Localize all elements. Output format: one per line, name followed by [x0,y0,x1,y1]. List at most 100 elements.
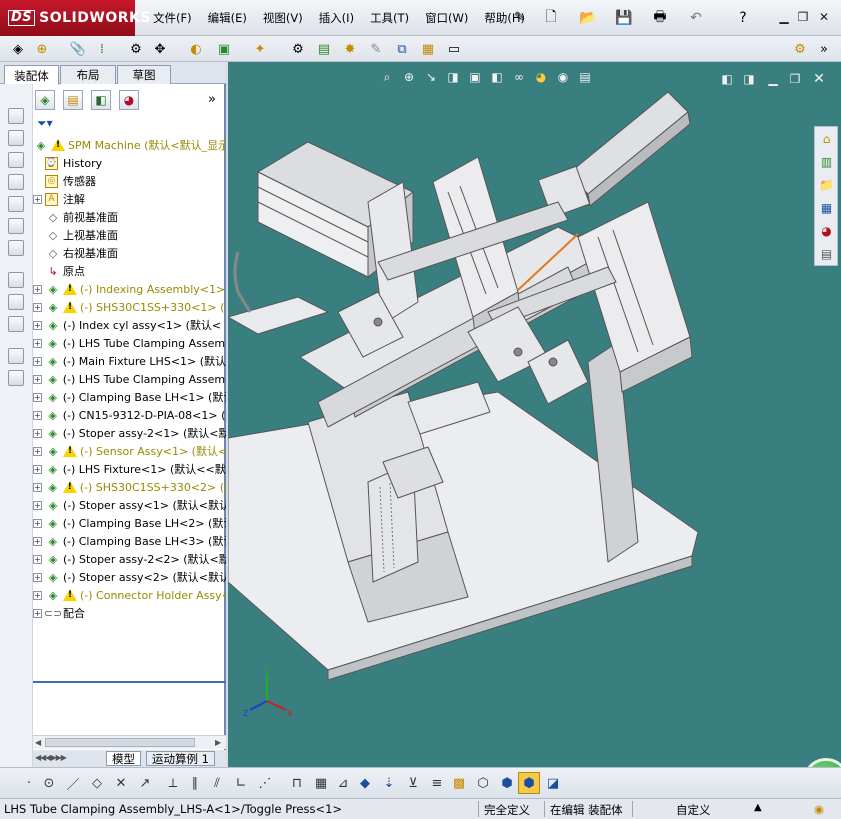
midpoint-icon[interactable]: ◇ [88,774,106,792]
tab-model[interactable]: 模型 [106,751,141,766]
expand-toggle-icon[interactable]: + [33,482,42,492]
tree-item[interactable]: + ◈ (-) CN15-9312-D-PIA-08<1> (默 [33,406,226,424]
tree-horizontal-scrollbar[interactable]: ◀ ▶ [33,735,226,749]
close-icon[interactable]: ✕ [815,8,833,26]
tree-item[interactable]: + A 注解 [33,190,226,208]
edit-component-icon[interactable]: ◈ [8,39,28,59]
side-tool-12-icon[interactable] [8,370,24,386]
side-tool-8-icon[interactable] [8,272,24,288]
side-tool-10-icon[interactable] [8,316,24,332]
scroll-left-icon[interactable]: ◀ [35,738,41,747]
expand-toggle-icon[interactable]: + [33,572,42,582]
tree-item[interactable]: + ◈ (-) LHS Tube Clamping Assembly [33,334,226,352]
show-hidden-icon[interactable]: ◐ [186,39,206,59]
minimize-icon[interactable]: ▁ [775,8,793,26]
save-icon[interactable]: 💾 [614,8,634,28]
perspective-icon[interactable]: ◪ [544,774,562,792]
intersection-icon[interactable]: ✕ [112,774,130,792]
interference-detection-icon[interactable]: ⧉ [392,39,412,59]
tree-item[interactable]: + ◈ (-) Stoper assy-2<2> (默认<默 [33,550,226,568]
menu-item-5[interactable]: 窗口(W) [417,10,476,26]
help-icon[interactable]: ? [733,8,753,28]
horizontal-icon[interactable]: ⫽ [208,774,226,792]
side-tool-9-icon[interactable] [8,294,24,310]
side-tool-1-icon[interactable] [8,108,24,124]
side-tool-5-icon[interactable] [8,196,24,212]
restore-icon[interactable]: ❐ [794,8,812,26]
relations-icon[interactable]: ⊿ [334,774,352,792]
grid-icon[interactable]: ▦ [312,774,330,792]
tree-item[interactable]: + ◈ (-) Clamping Base LH<3> (默认 [33,532,226,550]
status-units-arrow-icon[interactable]: ▲ [754,802,762,813]
tree-item[interactable]: + ◈ (-) Stoper assy-2<1> (默认<默认 [33,424,226,442]
side-tool-7-icon[interactable] [8,240,24,256]
undo-icon[interactable]: ↶ [686,8,706,28]
status-units[interactable]: 自定义 [676,802,711,818]
tab-assembly[interactable]: 装配体 [4,65,59,85]
expand-toggle-icon[interactable]: + [33,284,42,294]
expand-toggle-icon[interactable]: + [33,446,42,456]
expand-toggle-icon[interactable]: + [33,338,42,348]
tab-nav-icons[interactable]: ◀◀◀▶▶▶ [35,753,67,762]
property-manager-icon[interactable]: ▤ [63,90,83,110]
expand-toggle-icon[interactable]: + [33,536,42,546]
menu-item-3[interactable]: 插入(I) [311,10,362,26]
design-library-icon[interactable]: ▥ [818,153,835,170]
appearances-scenes-icon[interactable]: ◕ [818,222,835,239]
tree-item[interactable]: + ◈ (-) LHS Fixture<1> (默认<<默认 [33,460,226,478]
view-palette-icon[interactable]: ▦ [818,199,835,216]
expand-toggle-icon[interactable]: + [33,374,42,384]
expand-toggle-icon[interactable]: + [33,194,42,204]
menu-item-0[interactable]: 文件(F) [145,10,200,26]
menu-item-2[interactable]: 视图(V) [255,10,311,26]
tangent-icon[interactable]: ↗ [136,774,154,792]
expand-toggle-icon[interactable]: + [33,554,42,564]
feature-manager-icon[interactable]: ◈ [35,90,55,110]
explode-line-sketch-icon[interactable]: ✎ [366,39,386,59]
rapid-sketch-icon[interactable]: ◆ [356,774,374,792]
repair-sketch-icon[interactable]: ⊻ [404,774,422,792]
side-tool-11-icon[interactable] [8,348,24,364]
configuration-manager-icon[interactable]: ◧ [91,90,111,110]
scroll-thumb[interactable] [45,738,195,747]
expand-toggle-icon[interactable]: + [33,302,42,312]
expand-toggle-icon[interactable]: + [33,464,42,474]
file-explorer-icon[interactable]: 📁 [818,176,835,193]
mate-icon[interactable]: 📎 [68,39,88,59]
tree-item[interactable]: + ◈ (-) LHS Tube Clamping Assembly [33,370,226,388]
move-entity-icon[interactable]: ⇣ [380,774,398,792]
expand-toggle-icon[interactable]: + [33,500,42,510]
move-component-icon[interactable]: ✥ [150,39,170,59]
side-tool-2-icon[interactable] [8,130,24,146]
reference-geometry-icon[interactable]: ✦ [250,39,270,59]
tree-item[interactable]: + ◈ (-) Stoper assy<1> (默认<默认 [33,496,226,514]
tree-item[interactable]: ◇ 上视基准面 [33,226,226,244]
side-tool-3-icon[interactable] [8,152,24,168]
circle-center-icon[interactable]: ⊙ [40,774,58,792]
shaded-edges-icon[interactable]: ⬢ [518,772,540,794]
exploded-view-icon[interactable]: ✸ [340,39,360,59]
toolbar-more-icon[interactable]: » [814,39,834,59]
menu-item-1[interactable]: 编辑(E) [200,10,255,26]
solidworks-resources-icon[interactable]: ⌂ [818,130,835,147]
tree-item[interactable]: ⌚ History [33,154,226,172]
clearance-verification-icon[interactable]: ▦ [418,39,438,59]
expand-toggle-icon[interactable]: + [33,608,42,618]
tab-sketch[interactable]: 草图 [117,65,171,84]
custom-properties-icon[interactable]: ▤ [818,245,835,262]
tree-item[interactable]: + ◈ (-) Connector Holder Assy< [33,586,226,604]
panel-more-icon[interactable]: » [208,92,216,107]
tree-item[interactable]: ◎ 传感器 [33,172,226,190]
menu-item-4[interactable]: 工具(T) [362,10,417,26]
pin-icon[interactable]: ✎ [514,10,525,25]
dimension-icon[interactable]: ⊓ [288,774,306,792]
tree-root[interactable]: ◈ SPM Machine (默认<默认_显示 [33,136,226,154]
print-icon[interactable]: 🖶 [650,8,670,28]
tree-item[interactable]: + ◈ (-) Stoper assy<2> (默认<默认 [33,568,226,586]
tree-item[interactable]: ◇ 右视基准面 [33,244,226,262]
color-icon[interactable]: ▩ [450,774,468,792]
expand-toggle-icon[interactable]: + [33,356,42,366]
tree-item[interactable]: + ◈ (-) SHS30C1SS+330<1> ( [33,298,226,316]
toolbar-options-icon[interactable]: ⚙ [790,39,810,59]
perpendicular-icon[interactable]: ⟂ [164,774,182,792]
